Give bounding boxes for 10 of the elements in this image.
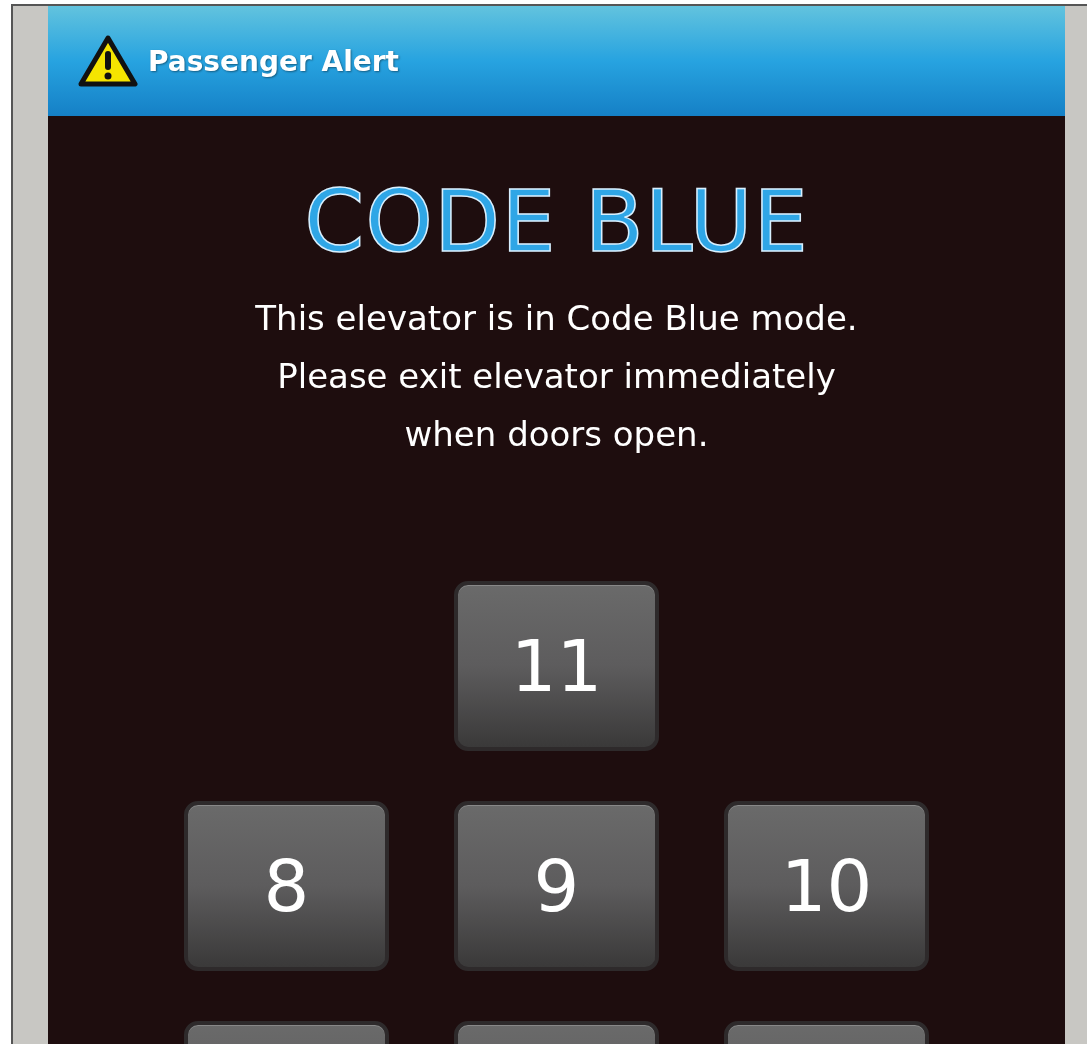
warning-icon: [78, 35, 138, 87]
message-line: Please exit elevator immediately: [277, 355, 836, 398]
floor-button[interactable]: 10: [724, 801, 929, 971]
message-line: when doors open.: [404, 413, 709, 456]
floor-button[interactable]: 9: [454, 801, 659, 971]
alert-heading: CODE BLUE: [304, 171, 809, 271]
message-line: This elevator is in Code Blue mode.: [255, 297, 858, 340]
floor-button[interactable]: 8: [184, 801, 389, 971]
header-title: Passenger Alert: [148, 44, 399, 78]
floor-button[interactable]: 11: [454, 581, 659, 751]
